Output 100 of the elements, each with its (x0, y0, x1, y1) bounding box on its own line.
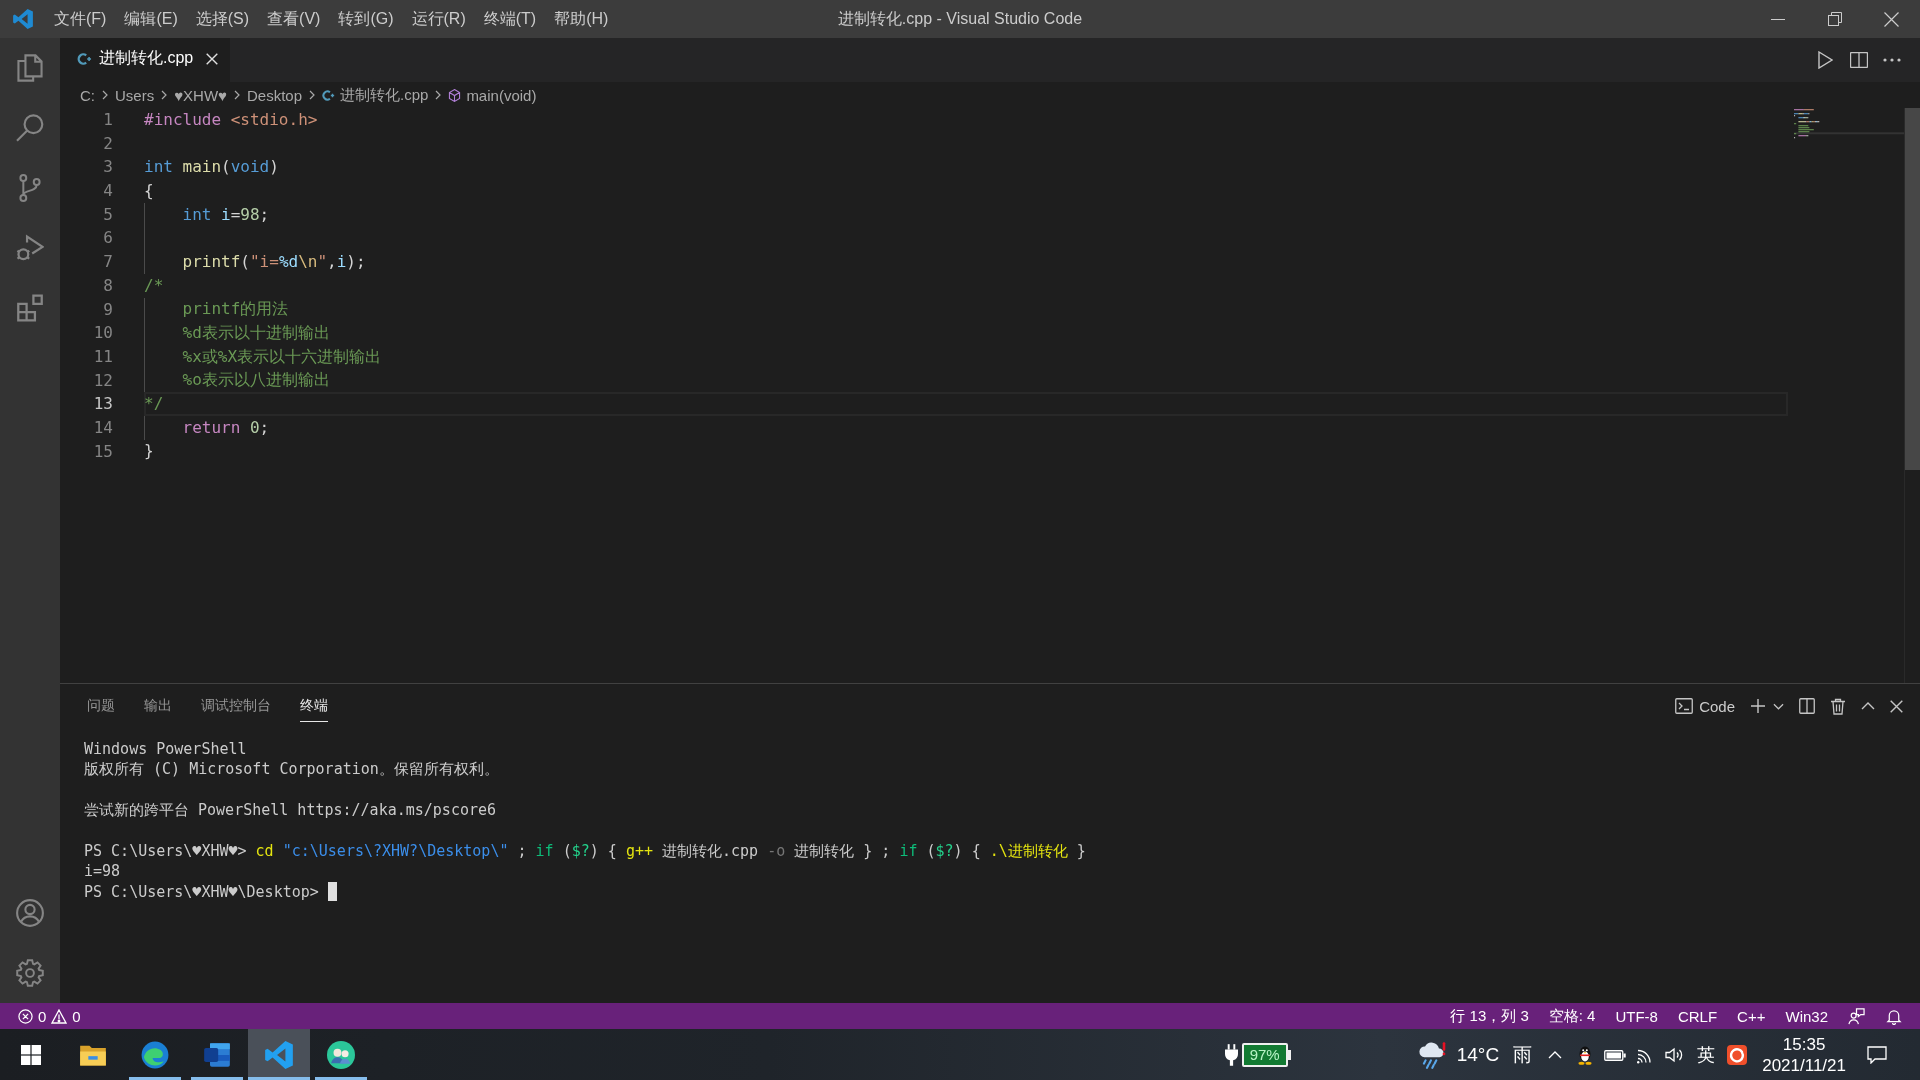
battery-icon[interactable] (1604, 1047, 1627, 1062)
ring-tile-icon[interactable] (1727, 1044, 1748, 1065)
status-bar-item[interactable]: Win32 (1775, 1003, 1838, 1029)
battery-indicator[interactable]: 97% (1241, 1042, 1291, 1067)
code-line: } (144, 441, 154, 462)
feedback-icon[interactable] (1848, 1007, 1865, 1025)
breadcrumb-item[interactable]: ♥XHW♥ (174, 86, 227, 104)
code-line: printf("i=%d\n",i); (182, 251, 366, 272)
menu-item[interactable]: 运行(R) (402, 0, 475, 38)
ribbon-logo-icon (265, 1040, 293, 1069)
code-line: */ (144, 394, 164, 415)
split-icon[interactable] (1799, 698, 1815, 714)
code-line: /* (144, 275, 164, 296)
scrollbar-thumb[interactable] (1905, 108, 1920, 470)
branch-icon[interactable] (16, 174, 44, 202)
breadcrumb-item[interactable]: C: (80, 86, 95, 104)
line-number: 15 (93, 441, 113, 461)
chevron-right-icon (309, 90, 315, 100)
chevron-right-icon (234, 90, 240, 100)
chevron-up-icon[interactable] (1861, 702, 1875, 710)
chevron-right-icon (161, 90, 168, 100)
close-icon[interactable] (206, 52, 219, 65)
close-icon[interactable] (1890, 699, 1903, 713)
line-number: 12 (93, 370, 113, 390)
grid-logo-icon[interactable] (21, 1044, 41, 1065)
search-icon[interactable] (16, 114, 44, 142)
line-number: 10 (93, 323, 113, 343)
line-number: 13 (93, 394, 113, 414)
document-tile-icon (203, 1041, 231, 1068)
line-number: 9 (103, 299, 113, 319)
bell-icon[interactable] (1885, 1007, 1902, 1025)
line-number: 2 (103, 133, 113, 153)
line-number: 7 (103, 252, 113, 272)
menu-item[interactable]: 编辑(E) (115, 0, 187, 38)
plus-icon[interactable] (1750, 698, 1766, 714)
terminal-text: i=98 (84, 861, 121, 882)
status-bar-item[interactable]: 空格: 4 (1538, 1003, 1606, 1029)
code-line: return 0; (182, 417, 270, 438)
input-method-indicator[interactable]: 英 (1690, 1029, 1723, 1080)
window-title: 进制转化.cpp - Visual Studio Code (837, 8, 1083, 29)
menu-item[interactable]: 查看(V) (258, 0, 330, 38)
account-icon[interactable] (16, 899, 44, 927)
notification-icon[interactable] (1867, 1045, 1887, 1064)
breadcrumb-item[interactable]: main(void) (448, 86, 537, 104)
plug-icon (1224, 1043, 1238, 1066)
more-icon[interactable] (1882, 58, 1901, 62)
settings-icon[interactable] (16, 959, 44, 987)
file-type-icon (322, 88, 335, 102)
code-line: %o表示以八进制输出 (182, 370, 330, 391)
terminal-selector[interactable]: Code (1675, 697, 1735, 715)
chevron-right-icon (102, 90, 108, 100)
chevron-down-icon[interactable] (1773, 702, 1784, 710)
menu-item[interactable]: 帮助(H) (545, 0, 618, 38)
weather-widget[interactable]: 14°C 雨 (1408, 1029, 1541, 1080)
status-bar-item[interactable]: 行 13，列 3 (1440, 1003, 1539, 1029)
rain-cloud-icon (1416, 1040, 1447, 1069)
swirl-logo-icon (141, 1040, 169, 1069)
line-number: 1 (103, 110, 113, 129)
minimize-icon[interactable] (1770, 18, 1785, 20)
problems-button[interactable]: 0 0 (10, 1003, 89, 1029)
line-number: 4 (103, 181, 113, 201)
line-number: 3 (103, 157, 113, 177)
play-icon[interactable] (1818, 51, 1833, 69)
file-type-icon (77, 52, 92, 65)
terminal-text: PS C:\Users\♥XHW♥> cd "c:\Users\?XHW?\Desktop\" ; if ($?) { g++ 进制转化.cpp -o 进制转化 } ; if ($?) { .\进制转化 } (84, 840, 1086, 862)
people-avatar-icon (327, 1040, 355, 1069)
cube-icon (448, 88, 462, 102)
breadcrumb-item[interactable]: 进制转化.cpp (322, 85, 429, 105)
status-bar-item[interactable]: C++ (1727, 1003, 1776, 1029)
trash-icon[interactable] (1830, 697, 1846, 715)
menu-item[interactable]: 选择(S) (186, 0, 259, 38)
breadcrumb-item[interactable]: Users (115, 86, 155, 104)
files-icon[interactable] (16, 54, 44, 82)
clock[interactable]: 15:35 2021/11/21 (1752, 1029, 1856, 1080)
terminal-text: PS C:\Users\♥XHW♥\Desktop> (84, 881, 320, 903)
close-icon[interactable] (1884, 11, 1899, 27)
editor-tab[interactable]: 进制转化.cpp (60, 38, 231, 82)
code-line: { (144, 180, 154, 201)
terminal-text: 尝试新的跨平台 PowerShell https://aka.ms/pscore6 (84, 800, 497, 821)
panel-tab[interactable]: 输出 (144, 690, 172, 722)
restore-icon[interactable] (1827, 12, 1842, 26)
play-bug-icon[interactable] (16, 234, 44, 262)
extensions-icon[interactable] (16, 294, 44, 322)
terminal-text: Windows PowerShell (84, 739, 247, 760)
panel-tab[interactable]: 调试控制台 (201, 690, 271, 722)
status-bar-item[interactable]: CRLF (1667, 1003, 1728, 1029)
line-number: 11 (93, 346, 113, 366)
menu-item[interactable]: 文件(F) (45, 0, 116, 38)
status-bar-item[interactable]: UTF-8 (1605, 1003, 1668, 1029)
penguin-icon[interactable] (1577, 1044, 1594, 1065)
error-icon (18, 1008, 33, 1024)
line-number: 8 (103, 275, 113, 295)
menu-item[interactable]: 终端(T) (474, 0, 546, 38)
panel-tab[interactable]: 终端 (300, 690, 328, 722)
breadcrumb-item[interactable]: Desktop (247, 86, 302, 104)
menu-item[interactable]: 转到(G) (329, 0, 403, 38)
split-editor-icon[interactable] (1849, 52, 1868, 68)
terminal-text: 版权所有 (C) Microsoft Corporation。保留所有权利。 (84, 759, 499, 780)
ribbon-logo-icon[interactable] (12, 9, 33, 29)
panel-tab[interactable]: 问题 (87, 690, 115, 722)
